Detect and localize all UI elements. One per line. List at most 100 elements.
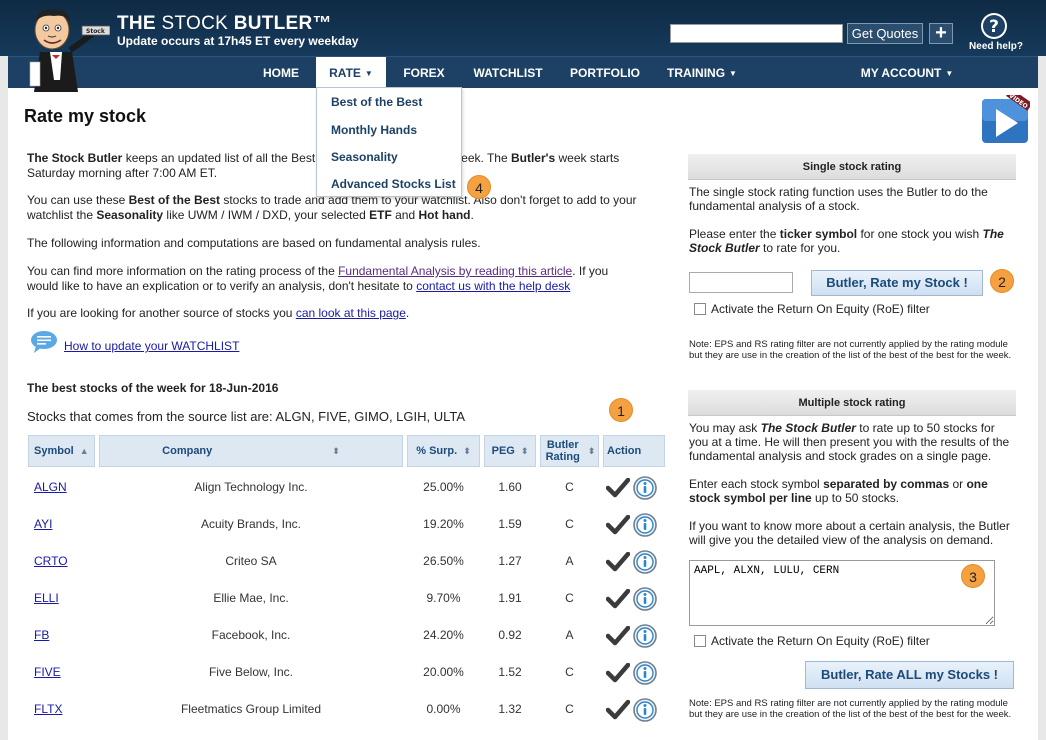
rating-cell: C — [565, 702, 574, 716]
intro-paragraph-3: The following information and computatio… — [27, 236, 481, 250]
quote-search-input[interactable] — [670, 24, 843, 43]
symbol-link[interactable]: FLTX — [34, 702, 62, 716]
caret-down-icon: ▼ — [945, 69, 954, 78]
caret-down-icon: ▼ — [729, 69, 737, 78]
peg-cell: 1.52 — [498, 665, 522, 679]
ticker-symbol-input[interactable] — [689, 272, 793, 293]
rating-cell: A — [565, 628, 574, 642]
company-cell: Acuity Brands, Inc. — [200, 517, 302, 531]
single-rating-header: Single stock rating — [688, 154, 1016, 180]
peg-cell: 1.27 — [498, 554, 522, 568]
info-icon[interactable] — [633, 550, 657, 574]
symbol-cell: FB — [28, 617, 97, 654]
info-icon[interactable] — [633, 513, 657, 537]
single-rating-note: Note: EPS and RS rating filter are not c… — [689, 339, 1012, 361]
checkmark-icon[interactable] — [606, 552, 630, 572]
get-quotes-button[interactable]: Get Quotes — [847, 23, 923, 44]
roe-checkbox[interactable] — [694, 635, 706, 647]
rating-cell: A — [565, 554, 574, 568]
video-play-icon[interactable]: VIDEO — [980, 95, 1030, 145]
col-header-peg[interactable]: PEG ⬍ — [484, 435, 536, 467]
checkmark-icon[interactable] — [606, 663, 630, 683]
single-roe-filter[interactable]: Activate the Return On Equity (RoE) filt… — [694, 301, 930, 317]
nav-watchlist[interactable]: WATCHLIST — [466, 57, 550, 89]
help-icon[interactable]: ? — [980, 12, 1008, 40]
peg-cell: 1.91 — [498, 591, 522, 605]
menu-item-monthly-hands[interactable]: Monthly Hands — [331, 123, 417, 137]
butler-logo[interactable]: Stock — [10, 0, 111, 100]
svg-text:Stock: Stock — [86, 28, 106, 35]
symbol-cell: CRTO — [28, 543, 97, 580]
symbol-link[interactable]: FB — [34, 628, 49, 642]
rate-dropdown-menu: Best of the Best Monthly Hands Seasonali… — [316, 87, 462, 197]
multi-rating-detail: If you want to know more about a certain… — [689, 519, 1010, 547]
intro-paragraph-2: You can use these Best of the Best stock… — [27, 193, 637, 222]
surprise-cell: 24.20% — [423, 628, 464, 642]
rating-cell: C — [565, 517, 574, 531]
rate-all-stocks-button[interactable]: Butler, Rate ALL my Stocks ! — [805, 661, 1014, 689]
menu-item-best-of-the-best[interactable]: Best of the Best — [331, 95, 422, 109]
multi-roe-filter[interactable]: Activate the Return On Equity (RoE) filt… — [694, 633, 930, 649]
checkmark-icon[interactable] — [606, 589, 630, 609]
nav-home[interactable]: HOME — [253, 57, 309, 89]
butler-mascot-icon: Stock — [29, 9, 111, 92]
company-cell: Five Below, Inc. — [208, 665, 294, 679]
best-stocks-title: The best stocks of the week for 18-Jun-2… — [27, 381, 279, 395]
col-header-butler-rating[interactable]: Butler Rating ⬍ — [540, 435, 599, 467]
multi-rating-note: Note: EPS and RS rating filter are not c… — [689, 698, 1012, 720]
checkmark-icon[interactable] — [606, 626, 630, 646]
col-header-surprise[interactable]: % Surp. ⬍ — [407, 435, 480, 467]
intro-paragraph-5: If you are looking for another source of… — [27, 306, 410, 320]
step-badge-3: 3 — [961, 564, 985, 588]
surprise-cell: 25.00% — [423, 480, 464, 494]
table-row: ELLI Ellie Mae, Inc. 9.70% 1.91 C — [28, 580, 668, 617]
peg-cell: 0.92 — [498, 628, 522, 642]
fundamental-analysis-link[interactable]: Fundamental Analysis by reading this art… — [338, 264, 572, 278]
roe-checkbox[interactable] — [694, 303, 706, 315]
help-desk-link[interactable]: contact us with the help desk — [416, 279, 570, 293]
rate-my-stock-button[interactable]: Butler, Rate my Stock ! — [811, 270, 983, 296]
site-title: THE STOCK BUTLER™ — [117, 13, 332, 34]
nav-portfolio[interactable]: PORTFOLIO — [563, 57, 647, 89]
nav-my-account[interactable]: MY ACCOUNT ▼ — [854, 57, 960, 89]
update-watchlist-link[interactable]: How to update your WATCHLIST — [64, 339, 239, 353]
sort-icon: ⬍ — [332, 446, 340, 456]
symbol-link[interactable]: ELLI — [34, 591, 59, 605]
company-cell: Ellie Mae, Inc. — [213, 591, 289, 605]
info-icon[interactable] — [633, 698, 657, 722]
multi-rating-header: Multiple stock rating — [688, 390, 1016, 416]
info-icon[interactable] — [633, 624, 657, 648]
col-header-company[interactable]: Company ⬍ — [99, 435, 403, 467]
multi-rating-desc: You may ask The Stock Butler to rate up … — [689, 421, 1010, 463]
need-help-label[interactable]: Need help? — [966, 41, 1026, 52]
col-header-symbol[interactable]: Symbol ▲ — [28, 435, 95, 467]
stock-symbols-textarea[interactable]: AAPL, ALXN, LULU, CERN — [689, 560, 995, 626]
main-content: Rate my stock VIDEO The Stock Butler kee… — [8, 88, 1038, 740]
surprise-cell: 19.20% — [423, 517, 464, 531]
symbol-link[interactable]: AYI — [34, 517, 52, 531]
nav-rate[interactable]: RATE ▼ — [316, 57, 386, 89]
info-icon[interactable] — [633, 661, 657, 685]
table-row: CRTO Criteo SA 26.50% 1.27 A — [28, 543, 668, 580]
symbol-link[interactable]: FIVE — [34, 665, 61, 679]
symbol-cell: FLTX — [28, 691, 97, 728]
symbol-link[interactable]: ALGN — [34, 480, 67, 494]
nav-forex[interactable]: FOREX — [394, 57, 454, 89]
checkmark-icon[interactable] — [606, 515, 630, 535]
table-row: ALGN Align Technology Inc. 25.00% 1.60 C — [28, 469, 668, 506]
symbol-link[interactable]: CRTO — [34, 554, 68, 568]
other-source-link[interactable]: can look at this page — [296, 306, 406, 320]
menu-item-advanced-stocks-list[interactable]: Advanced Stocks List — [331, 177, 456, 191]
info-icon[interactable] — [633, 476, 657, 500]
checkmark-icon[interactable] — [606, 478, 630, 498]
speech-bubble-icon — [31, 331, 57, 353]
menu-item-seasonality[interactable]: Seasonality — [331, 150, 398, 164]
nav-training[interactable]: TRAINING ▼ — [660, 57, 744, 89]
update-notice: Update occurs at 17h45 ET every weekday — [117, 34, 359, 48]
info-icon[interactable] — [633, 587, 657, 611]
symbol-cell: ELLI — [28, 580, 97, 617]
page-title: Rate my stock — [24, 106, 147, 126]
checkmark-icon[interactable] — [606, 700, 630, 720]
add-button[interactable]: + — [929, 23, 953, 44]
single-rating-desc: The single stock rating function uses th… — [689, 185, 988, 213]
